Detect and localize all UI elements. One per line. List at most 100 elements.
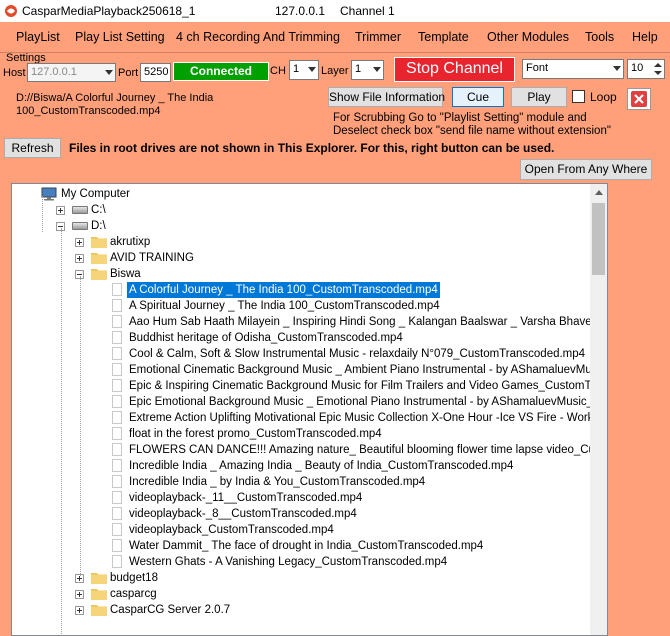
tree-item-folder[interactable]: AVID TRAINING [12,250,587,266]
tree-item-file[interactable]: videoplayback_CustomTranscoded.mp4 [12,522,587,538]
menu-playlist[interactable]: PlayList [16,30,60,44]
tree-item-file[interactable]: Water Dammit_ The face of drought in Ind… [12,538,587,554]
menu-template[interactable]: Template [418,30,469,44]
font-select[interactable]: Font [522,59,624,79]
expand-icon[interactable] [56,206,65,215]
play-label: Play [527,90,551,104]
layer-value: 1 [355,63,362,75]
folder-icon [91,589,107,600]
file-icon [112,443,122,456]
tree-item-file[interactable]: A Spiritual Journey _ The India 100_Cust… [12,298,587,314]
tree-item-file[interactable]: videoplayback-_8__CustomTranscoded.mp4 [12,506,587,522]
host-value: 127.0.0.1 [31,66,77,78]
folder-icon [91,237,107,248]
expand-icon[interactable] [75,254,84,263]
tree-item-label: Epic & Inspiring Cinematic Background Mu… [129,380,608,392]
tree-item-label: C:\ [91,204,106,216]
tree-item-file[interactable]: Extreme Action Uplifting Motivational Ep… [12,410,607,426]
folder-icon [91,573,107,584]
chevron-down-icon [308,67,316,72]
show-file-info-button[interactable]: Show File Information [328,87,446,107]
expand-icon[interactable] [75,238,84,247]
tree-item-file[interactable]: Buddhist heritage of Odisha_CustomTransc… [12,330,587,346]
chevron-down-icon [105,69,113,75]
layer-select[interactable]: 1 [351,60,384,80]
open-any-where-button[interactable]: Open From Any Where [520,159,652,180]
tree-item-drive-c[interactable]: C:\ [12,202,587,218]
file-icon [112,331,122,344]
file-icon [112,555,122,568]
scroll-up-icon[interactable] [590,184,607,201]
tree-item-file[interactable]: Western Ghats - A Vanishing Legacy_Custo… [12,554,587,570]
file-icon [112,475,122,488]
connection-status-text: Connected [189,64,252,78]
expand-icon[interactable] [75,590,84,599]
tree-item-label: Incredible India _ Amazing India _ Beaut… [129,460,514,472]
file-icon [112,347,122,360]
show-file-info-label: Show File Information [329,90,446,104]
tree-item-file[interactable]: Incredible India _ by India & You_Custom… [12,474,587,490]
ch-select[interactable]: 1 [289,60,319,80]
file-explorer-tree[interactable]: My Computer C:\ D:\ akrutixp AVID TRAINING Bi… [11,183,608,636]
tree-item-file[interactable]: FLOWERS CAN DANCE!!! Amazing nature_ Bea… [12,442,607,458]
close-button[interactable] [627,88,651,110]
tree-item-folder[interactable]: CasparCG Server 2.0.7 [12,602,587,618]
port-value: 5250 [144,66,169,78]
font-size-stepper[interactable]: 10 [627,59,665,79]
tree-item-folder[interactable]: akrutixp [12,234,587,250]
tree-item-file[interactable]: Cool & Calm, Soft & Slow Instrumental Mu… [12,346,587,362]
tree-item-file[interactable]: Incredible India _ Amazing India _ Beaut… [12,458,587,474]
port-label: Port [118,67,139,79]
tree-item-file[interactable]: Emotional Cinematic Background Music _ A… [12,362,607,378]
loop-checkbox[interactable] [572,90,585,103]
play-button[interactable]: Play [511,87,567,107]
tree-item-label: D:\ [91,220,106,232]
drive-icon [72,206,88,214]
file-icon [112,299,122,312]
tree-item-file[interactable]: videoplayback-_11__CustomTranscoded.mp4 [12,490,587,506]
tree-item-label: budget18 [110,572,158,584]
tree-item-file[interactable]: Aao Hum Sab Haath Milayein _ Inspiring H… [12,314,607,330]
menu-trimmer[interactable]: Trimmer [355,30,401,44]
tree-item-label: Emotional Cinematic Background Music _ A… [129,364,608,376]
tree-item-file[interactable]: Epic & Inspiring Cinematic Background Mu… [12,378,607,394]
scroll-thumb[interactable] [592,203,605,275]
channel-label: Channel 1 [340,4,395,18]
stop-channel-button[interactable]: Stop Channel [394,57,515,82]
file-icon [112,379,122,392]
tree-item-folder[interactable]: Biswa [12,266,587,282]
tree-item-folder[interactable]: casparcg [12,586,587,602]
menu-play-list-setting[interactable]: Play List Setting [75,30,165,44]
port-input[interactable]: 5250 [140,63,171,82]
menu-tools[interactable]: Tools [585,30,614,44]
host-select[interactable]: 127.0.0.1 [27,63,116,82]
menu-recording[interactable]: 4 ch Recording And Trimming [176,30,340,44]
connection-status-badge: Connected [173,62,269,81]
tree-item-drive-d[interactable]: D:\ [12,218,587,234]
tree-item-label: CasparCG Server 2.0.7 [110,604,231,616]
ch-label: CH [270,65,286,77]
chevron-down-icon [613,66,621,71]
menu-help[interactable]: Help [632,30,658,44]
ch-value: 1 [293,63,300,75]
tree-item-file[interactable]: Epic Emotional Background Music _ Emotio… [12,394,607,410]
vertical-scrollbar[interactable] [590,184,607,635]
tree-item-file[interactable]: float in the forest promo_CustomTranscod… [12,426,587,442]
spin-arrows-icon[interactable] [654,62,662,76]
root-drive-note: Files in root drives are not shown in Th… [69,141,555,155]
tree-item-label: A Spiritual Journey _ The India 100_Cust… [129,300,440,312]
file-icon [112,539,122,552]
folder-icon [91,605,107,616]
file-icon [112,363,122,376]
tree-item-folder[interactable]: budget18 [12,570,587,586]
expand-icon[interactable] [75,606,84,615]
tree-item-file[interactable]: A Colorful Journey _ The India 100_Custo… [12,282,587,298]
menu-other-modules[interactable]: Other Modules [487,30,569,44]
refresh-button[interactable]: Refresh [4,138,61,158]
tree-connector-line [80,276,81,576]
app-icon [5,5,17,17]
refresh-label: Refresh [11,141,54,155]
font-size-value: 10 [631,62,644,74]
cue-button[interactable]: Cue [452,87,504,107]
tree-item-my-computer[interactable]: My Computer [12,186,587,202]
